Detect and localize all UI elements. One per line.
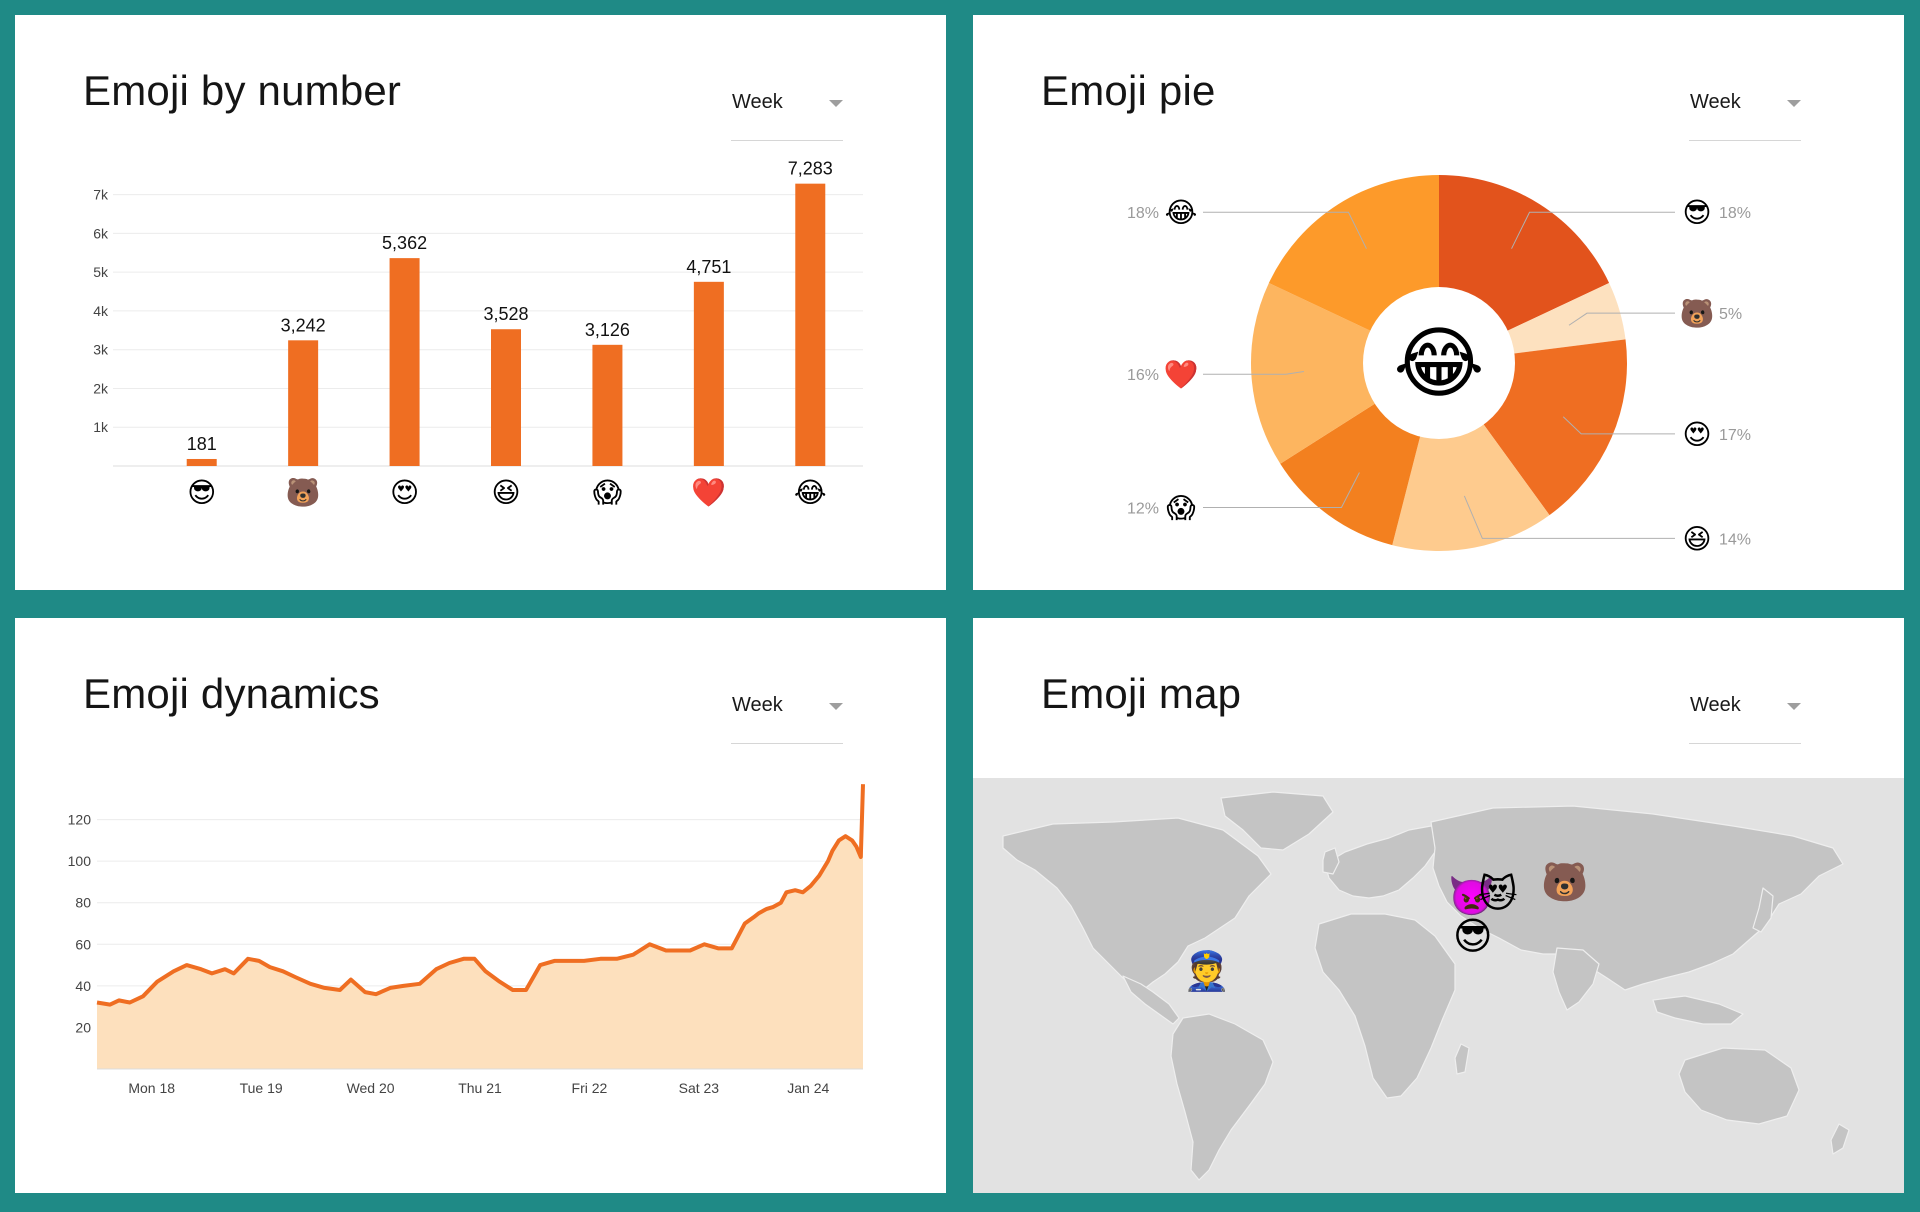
pie-percent-label: 5% <box>1719 306 1742 323</box>
x-tick-label: Jan 24 <box>787 1080 829 1096</box>
pie-chart-card: Emoji pie Week 😎 18% 🐻 5% 😍 17% 😆 14% 😱 12% ❤️ 16% 😂… <box>973 15 1904 590</box>
card-title: Emoji map <box>1041 670 1242 717</box>
x-tick-emoji: 😍 <box>390 477 419 508</box>
area-chart: 20 40 60 80 100 120 Mon 18 Tue 19 Wed 20 Thu 21 Fr… <box>68 784 865 1096</box>
dropdown-arrow-icon <box>1787 703 1801 710</box>
world-map-svg <box>1002 791 1850 1181</box>
map-marker-bear[interactable]: 🐻 <box>1541 864 1588 902</box>
pie-legend-emoji: 🐻 <box>1680 296 1715 330</box>
y-tick-label: 120 <box>68 812 92 828</box>
north-america-shape <box>1002 817 1272 991</box>
bar <box>389 258 420 466</box>
y-tick-label: 100 <box>68 853 92 869</box>
y-tick-label: 4k <box>93 303 109 319</box>
pie-chart: 😎 18% 🐻 5% 😍 17% 😆 14% 😱 12% ❤️ 16% 😂 18% 😂 <box>1127 175 1751 554</box>
bar <box>795 183 826 466</box>
area-chart-card: Emoji dynamics Week 20 40 60 80 100 120 Mon 18… <box>15 618 946 1193</box>
india-shape <box>1552 947 1600 1011</box>
bar-value-label: 7,283 <box>788 159 833 179</box>
bar-value-label: 3,126 <box>585 320 630 340</box>
y-tick-label: 3k <box>93 342 109 358</box>
bar-value-label: 3,528 <box>483 304 528 324</box>
y-tick-label: 80 <box>75 895 91 911</box>
europe-shape <box>1324 825 1444 899</box>
x-tick-label: Wed 20 <box>347 1080 395 1096</box>
map-card: Emoji map Week 👮 👿 😻 🐻 😎 <box>973 618 1904 1193</box>
x-tick-emoji: 😆 <box>491 477 520 508</box>
x-tick-emoji: 😎 <box>187 477 216 508</box>
y-tick-label: 5k <box>93 264 109 280</box>
pie-percent-label: 16% <box>1127 367 1159 384</box>
madagascar-shape <box>1454 1043 1470 1075</box>
x-tick-label: Thu 21 <box>458 1080 502 1096</box>
y-tick-label: 1k <box>93 419 109 435</box>
bar <box>491 329 521 466</box>
australia-shape <box>1678 1047 1800 1125</box>
bar-value-label: 4,751 <box>686 257 731 277</box>
pie-legend-emoji: 😆 <box>1682 523 1711 554</box>
pie-legend-emoji: 😱 <box>1166 492 1195 523</box>
x-tick-emoji: 😱 <box>593 477 622 508</box>
x-tick-label: Mon 18 <box>128 1080 175 1096</box>
bar-value-label: 181 <box>187 434 217 454</box>
pie-percent-label: 18% <box>1719 205 1751 222</box>
x-tick-label: Tue 19 <box>240 1080 283 1096</box>
bar-value-label: 5,362 <box>382 233 427 253</box>
bar <box>186 458 217 466</box>
pie-legend-emoji: 😂 <box>1165 197 1198 228</box>
x-tick-label: Sat 23 <box>679 1080 720 1096</box>
period-select[interactable]: Week <box>1689 676 1801 744</box>
pie-percent-label: 17% <box>1719 427 1751 444</box>
y-tick-label: 20 <box>75 1019 91 1035</box>
pie-legend-emoji: 😍 <box>1682 419 1711 450</box>
southeast-asia-shape <box>1652 995 1744 1025</box>
map-marker-heart-eyes-cat[interactable]: 😻 <box>1478 876 1518 914</box>
x-tick-label: Fri 22 <box>572 1080 608 1096</box>
pie-percent-label: 14% <box>1719 531 1751 548</box>
pie-percent-label: 18% <box>1127 205 1159 222</box>
y-tick-label: 7k <box>93 187 109 203</box>
south-america-shape <box>1170 1013 1274 1181</box>
bar-chart: 1k 2k 3k 4k 5k 6k 7k 181 😎 3,242 🐻 5,362 😍 3,528 😆 3,12… <box>93 159 863 509</box>
y-tick-label: 2k <box>93 380 109 396</box>
y-tick-label: 60 <box>75 936 91 952</box>
y-tick-label: 40 <box>75 978 91 994</box>
map-marker-police-officer[interactable]: 👮 <box>1183 953 1230 991</box>
bar <box>592 344 623 466</box>
bar-value-label: 3,242 <box>281 315 326 335</box>
pie-percent-label: 12% <box>1127 500 1159 517</box>
area-fill <box>97 784 863 1069</box>
bar <box>288 340 319 466</box>
pie-legend-emoji: ❤️ <box>1164 359 1199 390</box>
period-value: Week <box>1690 694 1741 716</box>
map-marker-sunglasses-face[interactable]: 😎 <box>1453 918 1493 956</box>
x-tick-emoji: 😂 <box>794 477 827 508</box>
world-map[interactable]: 👮 👿 😻 🐻 😎 <box>973 778 1904 1193</box>
pie-legend-emoji: 😎 <box>1682 197 1711 228</box>
x-tick-emoji: 🐻 <box>286 475 321 509</box>
new-zealand-shape <box>1830 1123 1850 1155</box>
y-tick-label: 6k <box>93 225 109 241</box>
bar-chart-card: Emoji by number Week 1k 2k 3k 4k 5k 6k 7k 181 😎 3… <box>15 15 946 590</box>
bar <box>693 281 724 466</box>
x-tick-emoji: ❤️ <box>691 477 726 508</box>
africa-shape <box>1314 913 1456 1099</box>
pie-center-emoji: 😂 <box>1393 319 1484 407</box>
